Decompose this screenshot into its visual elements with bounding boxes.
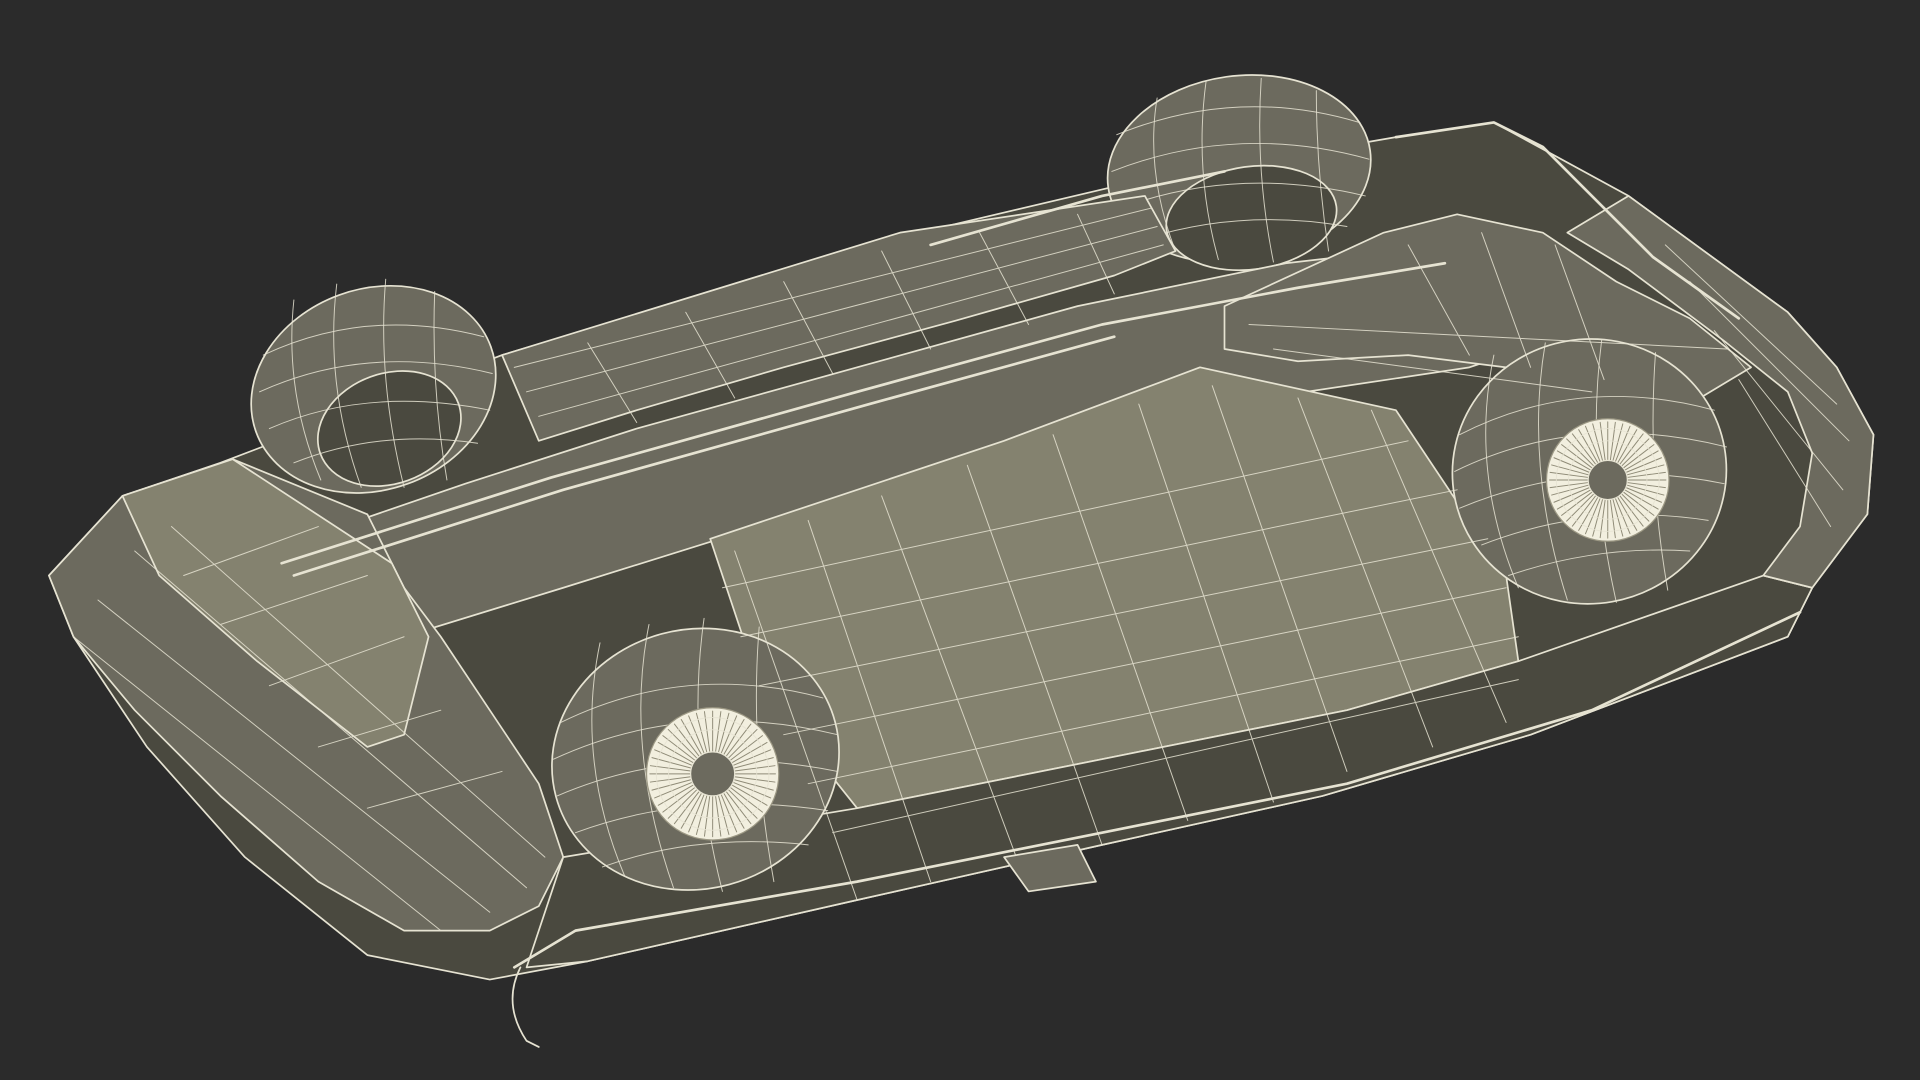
wireframe-render — [0, 0, 1920, 1080]
